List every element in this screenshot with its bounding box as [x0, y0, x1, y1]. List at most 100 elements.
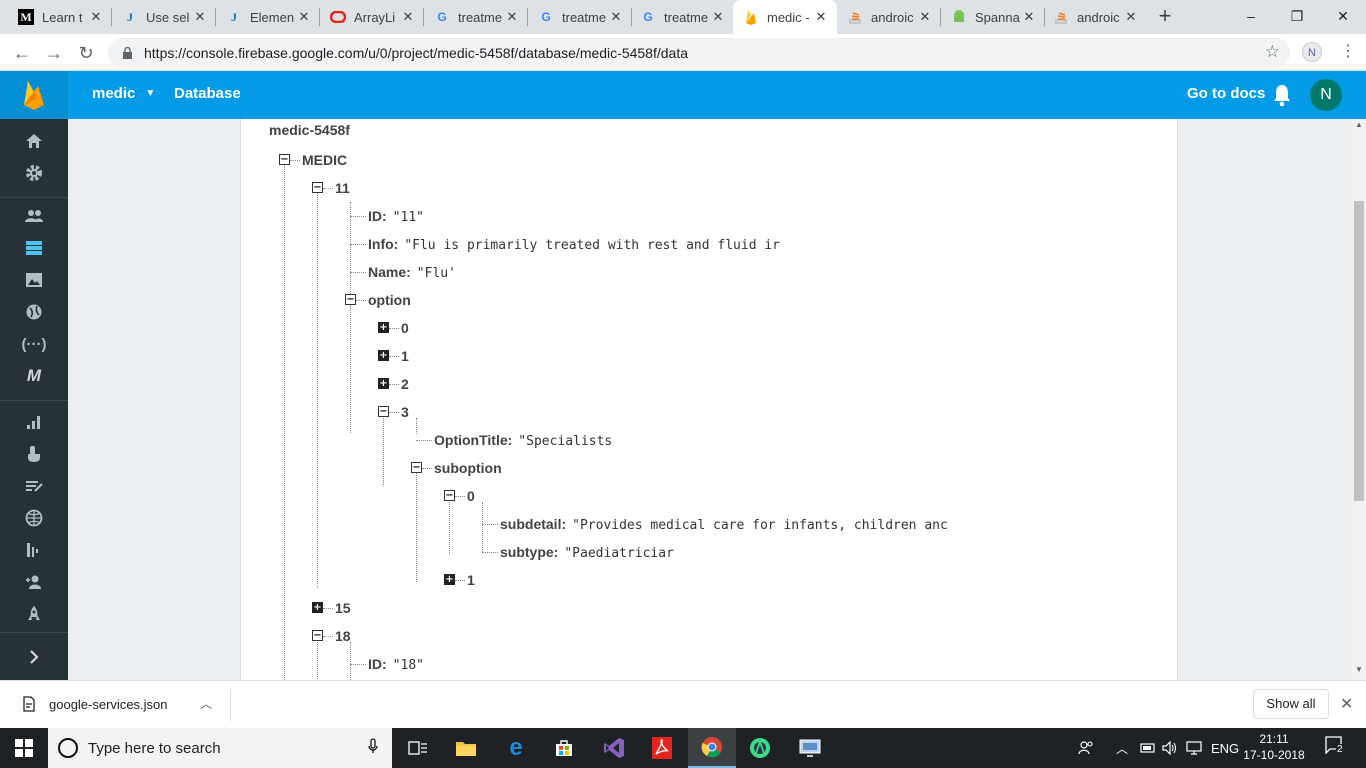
close-tab-icon[interactable]: ✕	[192, 9, 208, 25]
tree-node-11[interactable]: 11	[335, 179, 350, 197]
scroll-up-arrow-icon[interactable]: ▲	[1352, 119, 1366, 131]
chrome-icon[interactable]	[688, 728, 736, 768]
close-tab-icon[interactable]: ✕	[504, 9, 520, 25]
downloaded-file-name[interactable]: google-services.json	[49, 697, 168, 712]
grow-icon[interactable]	[21, 507, 47, 529]
tree-leaf-name[interactable]: Name: "Flu'	[368, 263, 456, 281]
close-tab-icon[interactable]: ✕	[296, 9, 312, 25]
database-root-name[interactable]: medic-5458f	[269, 122, 350, 138]
close-tab-icon[interactable]: ✕	[917, 9, 933, 25]
chrome-menu-icon[interactable]: ⋮	[1338, 39, 1358, 65]
windows-start-icon[interactable]	[0, 728, 48, 768]
new-tab-button[interactable]: +	[1153, 4, 1177, 28]
invites-icon[interactable]	[21, 571, 47, 593]
tree-node-option[interactable]: option	[368, 291, 411, 309]
account-avatar[interactable]: N	[1310, 79, 1342, 111]
tab-treatme-2[interactable]: G treatme ✕	[528, 0, 632, 34]
input-language[interactable]: ENG	[1211, 728, 1239, 768]
project-selector[interactable]: medic ▼	[92, 85, 155, 102]
network-icon[interactable]	[1186, 728, 1202, 768]
collapse-toggle[interactable]: −	[312, 630, 323, 641]
tree-node-15[interactable]: 15	[335, 599, 351, 617]
scroll-down-arrow-icon[interactable]: ▼	[1352, 664, 1366, 676]
tree-node-suboption-1[interactable]: 1	[467, 571, 475, 589]
store-icon[interactable]	[540, 728, 588, 768]
taskbar-search-input[interactable]: Type here to search	[48, 728, 392, 768]
scrollbar-thumb[interactable]	[1354, 201, 1364, 501]
expand-toggle[interactable]: +	[378, 378, 389, 389]
chrome-profile-avatar[interactable]: N	[1302, 42, 1322, 62]
battery-icon[interactable]	[1140, 728, 1156, 768]
tree-node-suboption-0[interactable]: 0	[467, 487, 475, 505]
tab-treatme-1[interactable]: G treatme ✕	[424, 0, 528, 34]
collapse-toggle[interactable]: −	[378, 406, 389, 417]
address-bar[interactable]: https://console.firebase.google.com/u/0/…	[108, 38, 1290, 67]
go-to-docs-link[interactable]: Go to docs	[1187, 85, 1265, 102]
minimize-button[interactable]: –	[1228, 0, 1274, 32]
expand-nav-chevron-icon[interactable]	[0, 632, 68, 680]
forward-icon[interactable]: →	[41, 40, 67, 66]
tree-leaf-subtype[interactable]: subtype: "Paediatriciar	[500, 543, 674, 561]
launch-icon[interactable]	[21, 603, 47, 625]
tab-arraylist[interactable]: ArrayLi ✕	[320, 0, 424, 34]
test-lab-icon[interactable]	[21, 443, 47, 465]
taskbar-clock[interactable]: 21:11 17-10-2018	[1238, 731, 1310, 763]
tree-leaf-id[interactable]: ID: "11"	[368, 207, 424, 225]
hosting-icon[interactable]	[21, 301, 47, 323]
chevron-up-icon[interactable]: ︿	[200, 695, 212, 712]
microphone-icon[interactable]	[368, 738, 378, 758]
bookmark-star-icon[interactable]: ☆	[1265, 42, 1280, 62]
analytics-icon[interactable]	[21, 411, 47, 433]
task-view-icon[interactable]	[394, 728, 442, 768]
tree-leaf-id-18[interactable]: ID: "18"	[368, 655, 424, 673]
close-shelf-icon[interactable]: ✕	[1340, 694, 1353, 714]
collapse-toggle[interactable]: −	[411, 462, 422, 473]
tree-leaf-info[interactable]: Info: "Flu is primarily treated with rest…	[368, 235, 780, 253]
page-scrollbar[interactable]: ▲ ▼	[1352, 119, 1366, 680]
tree-node-option-1[interactable]: 1	[401, 347, 409, 365]
close-tab-icon[interactable]: ✕	[400, 9, 416, 25]
functions-icon[interactable]: (···)	[21, 333, 47, 355]
tree-node-suboption[interactable]: suboption	[434, 459, 502, 477]
action-center-icon[interactable]: 2	[1322, 736, 1348, 760]
show-all-downloads-button[interactable]: Show all	[1253, 689, 1329, 719]
volume-icon[interactable]	[1162, 728, 1178, 768]
database-icon[interactable]	[21, 237, 47, 259]
tab-use-sel[interactable]: J Use sel ✕	[112, 0, 216, 34]
tab-android-2[interactable]: androic ✕	[1043, 0, 1147, 34]
tray-chevron-up-icon[interactable]: ︿	[1116, 728, 1128, 768]
tree-node-medic[interactable]: MEDIC	[302, 151, 347, 169]
collapse-toggle[interactable]: −	[345, 294, 356, 305]
reload-icon[interactable]: ↻	[73, 40, 99, 66]
tab-android-1[interactable]: androic ✕	[837, 0, 941, 34]
expand-toggle[interactable]: +	[312, 602, 323, 613]
tree-node-18[interactable]: 18	[335, 627, 351, 645]
collapse-toggle[interactable]: −	[279, 154, 290, 165]
tab-elemen[interactable]: J Elemen ✕	[216, 0, 320, 34]
tab-treatme-3[interactable]: G treatme ✕	[630, 0, 734, 34]
close-tab-icon[interactable]: ✕	[710, 9, 726, 25]
ml-kit-icon[interactable]: M	[21, 365, 47, 387]
back-icon[interactable]: ←	[9, 40, 35, 66]
ab-testing-icon[interactable]	[21, 539, 47, 561]
expand-toggle[interactable]: +	[378, 322, 389, 333]
notifications-bell-icon[interactable]	[1272, 83, 1292, 107]
tree-node-option-0[interactable]: 0	[401, 319, 409, 337]
close-tab-icon[interactable]: ✕	[1021, 9, 1037, 25]
edge-icon[interactable]: e	[492, 728, 540, 768]
expand-toggle[interactable]: +	[444, 574, 455, 585]
visual-studio-icon[interactable]	[590, 728, 638, 768]
tree-node-option-3[interactable]: 3	[401, 403, 409, 421]
close-tab-icon[interactable]: ✕	[88, 9, 104, 25]
collapse-toggle[interactable]: −	[444, 490, 455, 501]
people-icon[interactable]	[1078, 728, 1094, 768]
collapse-toggle[interactable]: −	[312, 182, 323, 193]
tab-spanna[interactable]: Spanna ✕	[941, 0, 1045, 34]
acrobat-icon[interactable]	[638, 728, 686, 768]
tab-learn[interactable]: M Learn t ✕	[8, 0, 112, 34]
settings-icon[interactable]	[21, 162, 47, 184]
tree-node-option-2[interactable]: 2	[401, 375, 409, 393]
predictions-icon[interactable]	[21, 475, 47, 497]
authentication-icon[interactable]	[21, 205, 47, 227]
remote-desktop-icon[interactable]	[786, 728, 834, 768]
